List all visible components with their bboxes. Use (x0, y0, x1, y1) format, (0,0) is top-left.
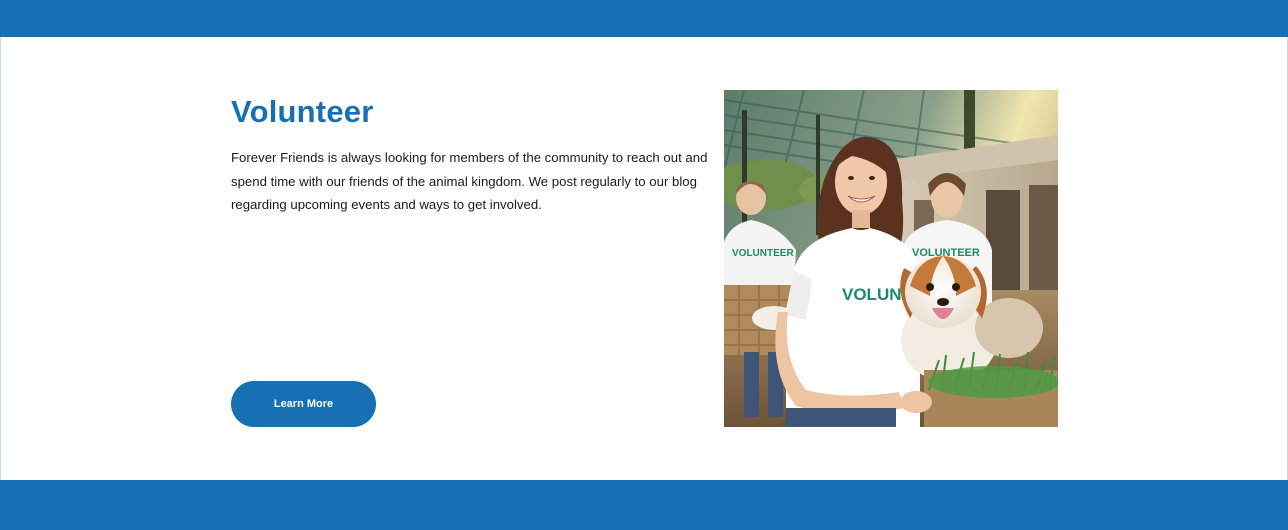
bottom-banner (0, 480, 1288, 530)
volunteer-description: Forever Friends is always looking for me… (231, 150, 708, 212)
learn-more-button[interactable]: Learn More (231, 381, 376, 427)
volunteer-photo: VOLUNTEER VOLUNTEER VOLUNTEER (724, 90, 1058, 427)
top-banner (0, 0, 1288, 37)
volunteer-title: Volunteer (231, 94, 374, 129)
shirt-text-left: VOLUNTEER (732, 248, 794, 259)
left-border (0, 37, 1, 480)
